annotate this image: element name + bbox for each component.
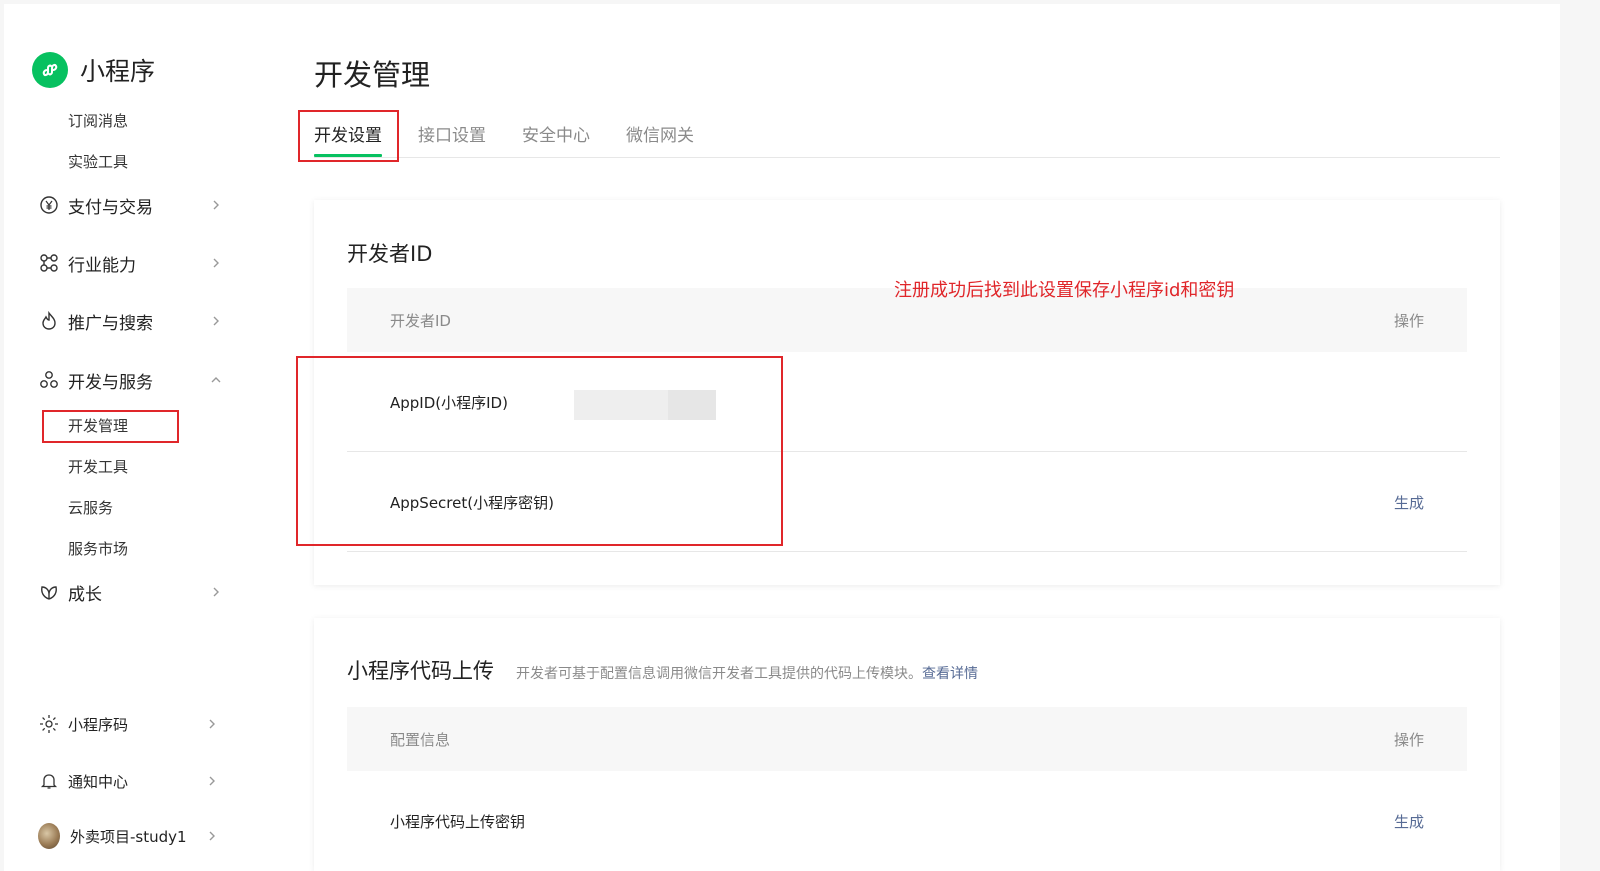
column-header-action: 操作 [1393,312,1424,330]
card-description: 开发者可基于配置信息调用微信开发者工具提供的代码上传模块。查看详情 [516,663,978,683]
generate-upload-key-button[interactable]: 生成 [1394,811,1424,832]
chevron-right-icon [208,255,224,271]
annotation-box-tab [298,110,399,162]
leaf-icon [38,581,60,603]
sidebar-item-label: 通知中心 [68,772,129,791]
cluster-icon [38,369,60,391]
flame-icon [38,310,60,332]
sidebar-item-label: 行业能力 [68,255,136,276]
code-upload-card: 小程序代码上传 开发者可基于配置信息调用微信开发者工具提供的代码上传模块。查看详… [314,618,1500,871]
sidebar-item-payment[interactable]: 支付与交易 [38,192,228,218]
column-header-developer-id: 开发者ID [390,312,451,330]
sidebar-item-industry[interactable]: 行业能力 [38,250,228,276]
column-header-config: 配置信息 [390,731,451,749]
chevron-up-icon [208,372,224,388]
card-title: 小程序代码上传 [347,659,494,683]
sidebar-item-subscribe-message[interactable]: 订阅消息 [68,110,128,132]
annotation-box-credentials [296,356,783,546]
sidebar-item-label: 成长 [68,584,102,605]
brand-name: 小程序 [80,57,156,86]
sidebar-item-account[interactable]: 外卖项目-study1 [38,823,224,849]
sidebar-item-growth[interactable]: 成长 [38,579,228,605]
brand[interactable]: 小程序 [32,50,155,90]
yen-circle-icon [38,194,60,216]
sidebar-item-promotion[interactable]: 推广与搜索 [38,308,228,334]
molecule-icon [38,252,60,274]
chevron-right-icon [208,584,224,600]
generate-appsecret-button[interactable]: 生成 [1394,492,1424,513]
sidebar-item-service-market[interactable]: 服务市场 [68,538,128,560]
view-details-link[interactable]: 查看详情 [922,666,978,682]
column-header-action: 操作 [1393,731,1424,749]
tab-security-center[interactable]: 安全中心 [522,122,590,154]
avatar [38,823,60,849]
chevron-right-icon [204,828,220,844]
sidebar-item-notifications[interactable]: 通知中心 [38,768,224,794]
sidebar-item-label: 小程序码 [68,715,129,734]
chevron-right-icon [204,716,220,732]
upload-key-label: 小程序代码上传密钥 [390,813,526,831]
sidebar-item-dev-tools[interactable]: 开发工具 [68,456,128,478]
bell-icon [38,770,60,792]
sidebar-item-lab-tools[interactable]: 实验工具 [68,151,128,173]
card-title-row: 小程序代码上传 开发者可基于配置信息调用微信开发者工具提供的代码上传模块。查看详… [347,655,978,685]
app-window: 小程序 订阅消息 实验工具 支付与交易 行业能力 推广与搜索 开发与服务 开发管… [4,4,1560,871]
tab-bar: 开发设置 接口设置 安全中心 微信网关 [314,118,1500,158]
sidebar-item-label: 开发与服务 [68,372,153,393]
sidebar-item-cloud-service[interactable]: 云服务 [68,497,113,519]
sidebar-item-label: 支付与交易 [68,197,153,218]
sidebar-item-label: 推广与搜索 [68,313,153,334]
table-header: 配置信息 操作 [347,707,1467,771]
sidebar-item-miniprogram-code[interactable]: 小程序码 [38,711,224,737]
chevron-right-icon [204,773,220,789]
chevron-right-icon [208,313,224,329]
tab-api-settings[interactable]: 接口设置 [418,122,486,154]
account-name: 外卖项目-study1 [70,827,187,846]
miniprogram-logo-icon [32,52,68,88]
table-row-upload-key: 小程序代码上传密钥 生成 [347,771,1467,871]
annotation-text: 注册成功后找到此设置保存小程序id和密钥 [894,280,1235,301]
tab-wechat-gateway[interactable]: 微信网关 [626,122,694,154]
card-title: 开发者ID [347,242,433,266]
sun-code-icon [38,713,60,735]
annotation-box-sidebar [42,410,179,443]
page-title: 开发管理 [314,58,431,92]
sidebar-item-dev-services[interactable]: 开发与服务 [38,367,228,393]
chevron-right-icon [208,197,224,213]
description-text: 开发者可基于配置信息调用微信开发者工具提供的代码上传模块。 [516,666,922,682]
